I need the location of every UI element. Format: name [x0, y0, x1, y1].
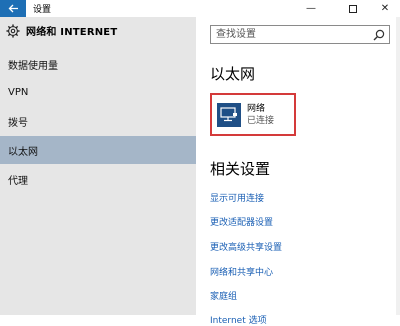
link-advanced-sharing-settings[interactable]: 更改高级共享设置: [210, 240, 282, 253]
close-button[interactable]: ✕: [370, 0, 400, 17]
window-title: 设置: [33, 5, 52, 15]
sidebar-item-label: 以太网: [8, 146, 38, 158]
sidebar-item-vpn[interactable]: VPN: [0, 78, 196, 106]
sidebar-header: 网络和 INTERNET: [6, 23, 117, 38]
network-connection-card[interactable]: 网络 已连接: [210, 93, 296, 136]
network-name: 网络: [247, 103, 266, 114]
link-change-adapter-settings[interactable]: 更改适配器设置: [210, 215, 273, 228]
search-icon[interactable]: [373, 29, 385, 41]
minimize-icon: —: [306, 3, 316, 14]
sidebar-item-label: 拨号: [8, 117, 28, 129]
maximize-button[interactable]: [338, 0, 368, 17]
arrow-left-icon: [8, 4, 18, 13]
main-content: 以太网 网络 已连接 相关设置 显示可用连接 更改适配器设置 更改高级共享设置 …: [196, 17, 400, 326]
sidebar-item-label: 代理: [8, 175, 28, 187]
link-show-available-connections[interactable]: 显示可用连接: [210, 191, 264, 204]
search-input[interactable]: [211, 28, 368, 41]
gear-icon: [6, 23, 20, 38]
back-button[interactable]: [0, 0, 26, 17]
network-status: 已连接: [247, 115, 275, 126]
link-homegroup[interactable]: 家庭组: [210, 289, 237, 302]
search-box[interactable]: [210, 25, 390, 44]
minimize-button[interactable]: —: [296, 0, 326, 17]
sidebar-item-proxy[interactable]: 代理: [0, 165, 196, 193]
sidebar-item-data-usage[interactable]: 数据使用量: [0, 50, 196, 78]
sidebar-item-ethernet[interactable]: 以太网: [0, 136, 196, 164]
sidebar-item-label: VPN: [8, 86, 29, 98]
scrollbar[interactable]: [396, 17, 400, 315]
monitor-network-icon: [217, 102, 241, 127]
sidebar: 网络和 INTERNET 数据使用量 VPN 拨号 以太网 代理: [0, 17, 196, 315]
sidebar-item-label: 数据使用量: [8, 60, 58, 72]
related-settings-title: 相关设置: [210, 160, 271, 178]
sidebar-item-dialup[interactable]: 拨号: [0, 107, 196, 135]
sidebar-title: 网络和 INTERNET: [26, 27, 118, 38]
close-icon: ✕: [380, 3, 390, 14]
link-network-sharing-center[interactable]: 网络和共享中心: [210, 265, 273, 278]
maximize-icon: [349, 4, 357, 13]
page-title: 以太网: [210, 65, 256, 83]
title-bar: 设置 — ✕: [0, 0, 400, 17]
